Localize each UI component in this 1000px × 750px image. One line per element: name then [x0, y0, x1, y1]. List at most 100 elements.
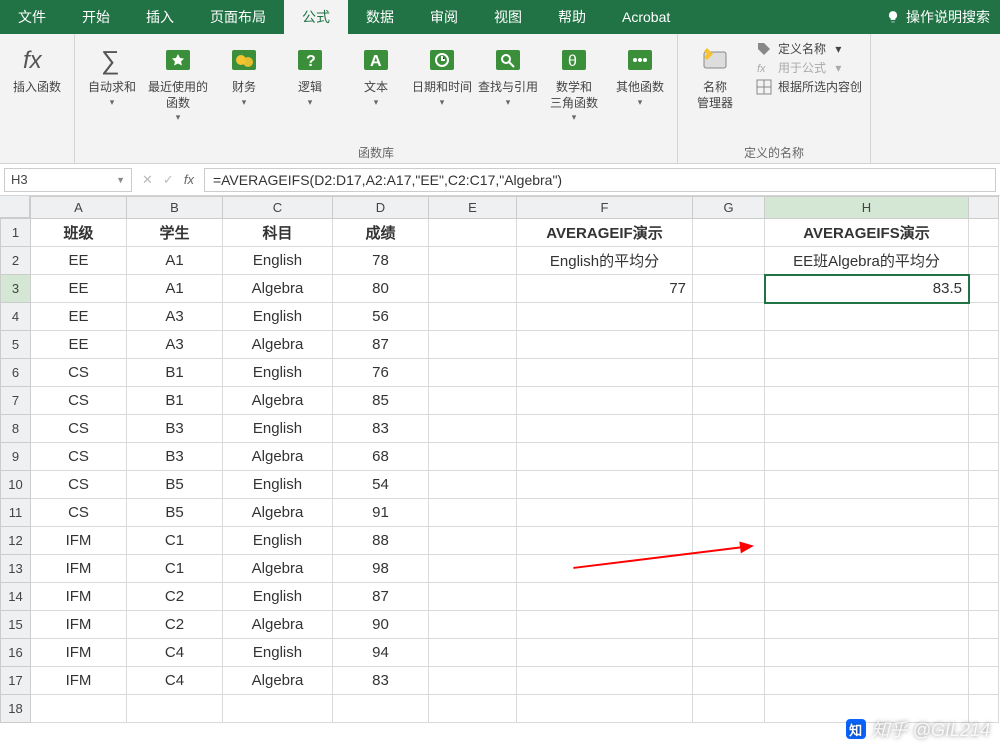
cell-C3[interactable]: Algebra	[223, 275, 333, 303]
cell-C8[interactable]: English	[223, 415, 333, 443]
row-header-1[interactable]: 1	[1, 219, 31, 247]
cell-D9[interactable]: 68	[333, 443, 429, 471]
tell-me-search[interactable]: 操作说明搜索	[876, 0, 1000, 34]
cell-C13[interactable]: Algebra	[223, 555, 333, 583]
cell-H5[interactable]	[765, 331, 969, 359]
cell-E2[interactable]	[429, 247, 517, 275]
cell-C5[interactable]: Algebra	[223, 331, 333, 359]
cell-E18[interactable]	[429, 695, 517, 723]
cell-F5[interactable]	[517, 331, 693, 359]
cell-A1[interactable]: 班级	[31, 219, 127, 247]
col-header-B[interactable]: B	[127, 197, 223, 219]
cell-B2[interactable]: A1	[127, 247, 223, 275]
cell-edge-1[interactable]	[969, 219, 999, 247]
cell-E9[interactable]	[429, 443, 517, 471]
cell-G6[interactable]	[693, 359, 765, 387]
cell-E11[interactable]	[429, 499, 517, 527]
use-formula-button[interactable]: fx 用于公式 ▾	[756, 59, 862, 76]
cell-E6[interactable]	[429, 359, 517, 387]
cell-D17[interactable]: 83	[333, 667, 429, 695]
recent-fn-button[interactable]: 最近使用的 函数▾	[147, 38, 209, 124]
row-header-3[interactable]: 3	[1, 275, 31, 303]
cell-D10[interactable]: 54	[333, 471, 429, 499]
cell-edge-6[interactable]	[969, 359, 999, 387]
cell-G14[interactable]	[693, 583, 765, 611]
cell-D3[interactable]: 80	[333, 275, 429, 303]
tab-data[interactable]: 数据	[348, 0, 412, 34]
row-header-6[interactable]: 6	[1, 359, 31, 387]
cell-edge-12[interactable]	[969, 527, 999, 555]
cell-D1[interactable]: 成绩	[333, 219, 429, 247]
tab-home[interactable]: 开始	[64, 0, 128, 34]
cell-H17[interactable]	[765, 667, 969, 695]
cell-G9[interactable]	[693, 443, 765, 471]
cell-B17[interactable]: C4	[127, 667, 223, 695]
cell-F9[interactable]	[517, 443, 693, 471]
cell-F8[interactable]	[517, 415, 693, 443]
cell-D5[interactable]: 87	[333, 331, 429, 359]
cell-B1[interactable]: 学生	[127, 219, 223, 247]
cell-G1[interactable]	[693, 219, 765, 247]
cell-C2[interactable]: English	[223, 247, 333, 275]
tab-layout[interactable]: 页面布局	[192, 0, 284, 34]
cell-G2[interactable]	[693, 247, 765, 275]
cell-edge-11[interactable]	[969, 499, 999, 527]
cell-E1[interactable]	[429, 219, 517, 247]
cell-C6[interactable]: English	[223, 359, 333, 387]
cell-F12[interactable]	[517, 527, 693, 555]
col-header-G[interactable]: G	[693, 197, 765, 219]
cell-G4[interactable]	[693, 303, 765, 331]
cell-edge-2[interactable]	[969, 247, 999, 275]
cell-B18[interactable]	[127, 695, 223, 723]
cell-C12[interactable]: English	[223, 527, 333, 555]
cell-A17[interactable]: IFM	[31, 667, 127, 695]
chevron-down-icon[interactable]: ▼	[116, 175, 125, 185]
cell-E13[interactable]	[429, 555, 517, 583]
col-header-A[interactable]: A	[31, 197, 127, 219]
math-button[interactable]: θ 数学和 三角函数▾	[543, 38, 605, 124]
cell-edge-5[interactable]	[969, 331, 999, 359]
cell-A15[interactable]: IFM	[31, 611, 127, 639]
cell-B10[interactable]: B5	[127, 471, 223, 499]
cell-A18[interactable]	[31, 695, 127, 723]
cell-H7[interactable]	[765, 387, 969, 415]
cell-D7[interactable]: 85	[333, 387, 429, 415]
cell-E14[interactable]	[429, 583, 517, 611]
cell-edge-7[interactable]	[969, 387, 999, 415]
cell-C17[interactable]: Algebra	[223, 667, 333, 695]
cell-B12[interactable]: C1	[127, 527, 223, 555]
cell-H4[interactable]	[765, 303, 969, 331]
cell-H10[interactable]	[765, 471, 969, 499]
row-header-13[interactable]: 13	[1, 555, 31, 583]
cell-edge-10[interactable]	[969, 471, 999, 499]
cell-E8[interactable]	[429, 415, 517, 443]
formula-bar[interactable]: =AVERAGEIFS(D2:D17,A2:A17,"EE",C2:C17,"A…	[204, 168, 996, 192]
cell-G16[interactable]	[693, 639, 765, 667]
cell-A12[interactable]: IFM	[31, 527, 127, 555]
cell-H11[interactable]	[765, 499, 969, 527]
cell-B8[interactable]: B3	[127, 415, 223, 443]
insert-function-button[interactable]: fx 插入函数	[6, 38, 68, 96]
cell-G11[interactable]	[693, 499, 765, 527]
row-header-9[interactable]: 9	[1, 443, 31, 471]
cell-C1[interactable]: 科目	[223, 219, 333, 247]
cell-B13[interactable]: C1	[127, 555, 223, 583]
cell-D15[interactable]: 90	[333, 611, 429, 639]
cell-C15[interactable]: Algebra	[223, 611, 333, 639]
row-header-14[interactable]: 14	[1, 583, 31, 611]
cell-A14[interactable]: IFM	[31, 583, 127, 611]
cell-E17[interactable]	[429, 667, 517, 695]
cell-H14[interactable]	[765, 583, 969, 611]
cell-C4[interactable]: English	[223, 303, 333, 331]
text-fn-button[interactable]: A 文本▾	[345, 38, 407, 108]
name-box[interactable]: H3 ▼	[4, 168, 132, 192]
row-header-16[interactable]: 16	[1, 639, 31, 667]
cell-B11[interactable]: B5	[127, 499, 223, 527]
cell-A16[interactable]: IFM	[31, 639, 127, 667]
col-header-H[interactable]: H	[765, 197, 969, 219]
cell-edge-8[interactable]	[969, 415, 999, 443]
row-header-4[interactable]: 4	[1, 303, 31, 331]
cell-D2[interactable]: 78	[333, 247, 429, 275]
cell-F2[interactable]: English的平均分	[517, 247, 693, 275]
cell-C10[interactable]: English	[223, 471, 333, 499]
